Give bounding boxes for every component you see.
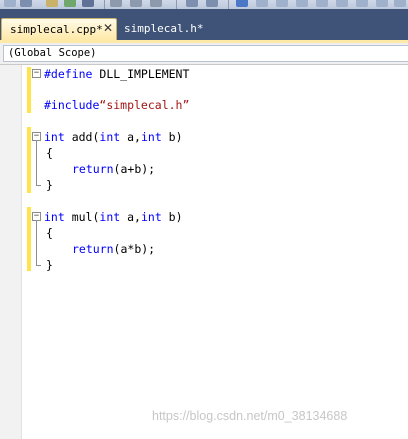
scope-dropdown[interactable]: (Global Scope) <box>3 45 408 62</box>
toolbar-button[interactable] <box>376 0 388 7</box>
code-line[interactable]: #define DLL_IMPLEMENT <box>44 66 189 82</box>
toolbar-separator <box>104 0 105 9</box>
toolbar-button[interactable] <box>130 0 142 7</box>
code-text: b) <box>161 130 183 144</box>
tab-label: simplecal.h* <box>124 22 204 35</box>
code-line[interactable]: { <box>46 225 53 241</box>
code-text: a, <box>120 130 141 144</box>
toolbar-separator <box>176 0 177 9</box>
toolbar-separator <box>228 0 229 9</box>
code-line[interactable]: } <box>46 257 53 273</box>
toolbar-button[interactable] <box>110 0 122 7</box>
preprocessor-directive: #include <box>44 98 100 112</box>
keyword: int <box>99 130 121 144</box>
fold-guide <box>36 221 37 265</box>
document-tab-strip: simplecal.cpp* ✕ simplecal.h* <box>0 9 408 43</box>
toolbar-button[interactable] <box>64 0 76 7</box>
keyword: int <box>140 130 162 144</box>
toolbar-button[interactable] <box>186 0 198 7</box>
tab-simplecal-cpp[interactable]: simplecal.cpp* ✕ <box>1 18 117 40</box>
toolbar-button[interactable] <box>256 0 268 7</box>
code-line[interactable]: } <box>46 177 53 193</box>
code-line[interactable]: return(a*b); <box>72 241 155 257</box>
keyword: return <box>72 162 114 176</box>
toolbar-button[interactable] <box>316 0 328 7</box>
toolbar-button[interactable] <box>236 0 248 7</box>
close-icon[interactable]: ✕ <box>102 22 114 34</box>
fold-guide <box>36 141 37 185</box>
tab-label: simplecal.cpp* <box>10 23 103 36</box>
fold-minus-icon[interactable]: − <box>32 69 41 78</box>
code-text: a, <box>120 210 141 224</box>
code-line[interactable]: int add(int a,int b) <box>44 129 183 145</box>
preprocessor-directive: #define <box>44 67 93 81</box>
code-text: (a+b); <box>113 162 156 176</box>
toolbar-button[interactable] <box>356 0 368 7</box>
string-literal: “simplecal.h” <box>99 98 190 112</box>
toolbar-button[interactable] <box>82 0 94 7</box>
watermark: https://blog.csdn.net/m0_38134688 <box>152 409 348 423</box>
toolbar-button[interactable] <box>4 0 16 7</box>
change-marker <box>27 127 31 193</box>
keyword: int <box>44 210 65 224</box>
navigation-bar: (Global Scope) <box>0 43 408 65</box>
change-marker <box>27 207 31 271</box>
keyword: return <box>72 242 114 256</box>
code-text: b) <box>161 210 183 224</box>
code-text: DLL_IMPLEMENT <box>92 67 190 81</box>
code-line[interactable]: int mul(int a,int b) <box>44 209 183 225</box>
code-editor[interactable]: − − − #define DLL_IMPLEMENT #include“sim… <box>0 65 408 439</box>
code-line[interactable]: return(a+b); <box>72 161 155 177</box>
toolbar-button[interactable] <box>276 0 288 7</box>
change-marker <box>27 67 31 113</box>
keyword: int <box>140 210 162 224</box>
toolbar-button[interactable] <box>20 0 32 7</box>
toolbar-button[interactable] <box>150 0 162 7</box>
scope-label: (Global Scope) <box>8 47 97 59</box>
code-text: (a*b); <box>113 242 156 256</box>
fold-guide-end <box>36 265 41 266</box>
indicator-margin[interactable] <box>0 65 22 439</box>
keyword: int <box>44 130 65 144</box>
toolbar-button[interactable] <box>46 0 58 7</box>
fold-minus-icon[interactable]: − <box>32 132 41 141</box>
code-text: add( <box>64 130 100 144</box>
tab-simplecal-h[interactable]: simplecal.h* <box>120 18 206 40</box>
keyword: int <box>99 210 121 224</box>
toolbar <box>0 0 408 9</box>
fold-guide-end <box>36 185 41 186</box>
toolbar-button[interactable] <box>206 0 218 7</box>
code-line[interactable]: #include“simplecal.h” <box>44 97 189 113</box>
fold-minus-icon[interactable]: − <box>32 212 41 221</box>
code-line[interactable]: { <box>46 145 53 161</box>
toolbar-button[interactable] <box>336 0 348 7</box>
toolbar-button[interactable] <box>394 0 406 7</box>
toolbar-button[interactable] <box>296 0 308 7</box>
code-text: mul( <box>64 210 100 224</box>
